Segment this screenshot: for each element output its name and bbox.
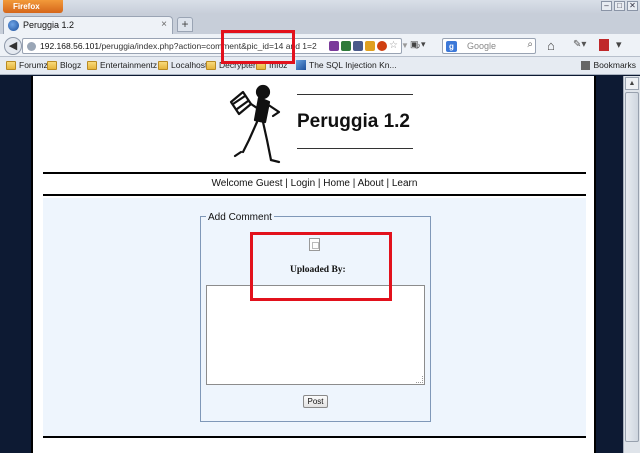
maximize-icon[interactable]: □ — [614, 1, 625, 11]
addon-icon[interactable] — [377, 41, 387, 51]
title-rule — [297, 94, 413, 95]
bookmark-page-icon — [296, 60, 306, 70]
bookmark-label: Localhost — [171, 60, 208, 70]
addon-dropdown[interactable]: ▣ ▾ — [410, 39, 432, 53]
nav-separator: | — [349, 178, 358, 189]
welcome-text: Welcome Guest — [211, 178, 283, 189]
tools-icon[interactable]: ✎▾ — [573, 39, 586, 50]
login-link[interactable]: Login — [291, 178, 315, 189]
bookmark-entertainmentz[interactable]: Entertainmentz — [87, 60, 157, 70]
nav-separator: | — [282, 178, 291, 189]
navigation-toolbar: ◀ 192.168.56.101/peruggia/index.php?acti… — [0, 34, 640, 57]
title-rule — [297, 148, 413, 149]
bookmark-label: Entertainmentz — [100, 60, 158, 70]
nav-separator: | — [383, 178, 392, 189]
url-highlight-box — [221, 30, 295, 64]
url-bar[interactable]: 192.168.56.101/peruggia/index.php?action… — [22, 38, 421, 54]
bookmark-sql-injection[interactable]: The SQL Injection Kn... — [296, 60, 397, 70]
bookmarks-menu-label: Bookmarks — [593, 60, 636, 70]
home-icon[interactable]: ⌂ — [547, 38, 555, 53]
folder-icon — [158, 60, 168, 70]
site-identity-icon[interactable] — [27, 42, 36, 51]
page-margin-right — [596, 76, 623, 453]
scroll-thumb[interactable] — [625, 92, 639, 442]
bookmarks-toolbar: Forumz Blogz Entertainmentz Localhost De… — [0, 57, 640, 75]
search-input[interactable]: Google — [467, 41, 496, 51]
window-controls: – □ ✕ — [601, 1, 638, 11]
about-link[interactable]: About — [358, 178, 384, 189]
close-tab-icon[interactable]: × — [161, 19, 167, 30]
site-title: Peruggia 1.2 — [297, 111, 410, 132]
bookmarks-icon — [581, 60, 591, 70]
window-titlebar: Firefox – □ ✕ — [0, 0, 640, 14]
globe-icon — [8, 20, 19, 31]
google-icon[interactable]: g — [446, 41, 457, 52]
site-navigation: Welcome Guest | Login | Home | About | L… — [43, 172, 586, 196]
home-link[interactable]: Home — [323, 178, 350, 189]
close-window-icon[interactable]: ✕ — [627, 1, 638, 11]
addon-icons: ☆ ▼ ↻ — [329, 41, 423, 51]
resize-grip-icon[interactable] — [416, 376, 423, 383]
folder-icon — [47, 60, 57, 70]
tab-peruggia[interactable]: Peruggia 1.2 × — [3, 16, 173, 34]
bookmark-label: Blogz — [60, 60, 82, 70]
site-header: Peruggia 1.2 — [43, 76, 586, 172]
search-icon[interactable]: ⌕ — [527, 39, 533, 50]
content-highlight-box — [250, 232, 392, 301]
addon-icon[interactable] — [329, 41, 339, 51]
bookmark-star-icon[interactable]: ☆ — [389, 41, 399, 51]
firefox-menu-button[interactable]: Firefox — [3, 0, 63, 13]
folder-icon — [87, 60, 97, 70]
menu-icon[interactable]: ▾ — [616, 38, 622, 51]
bookmark-label: Forumz — [19, 60, 48, 70]
tab-bar: Peruggia 1.2 × + — [0, 14, 640, 34]
post-button[interactable]: Post — [303, 395, 328, 408]
addon-red-icon[interactable] — [599, 39, 609, 51]
url-host: 192.168.56.101 — [40, 41, 100, 51]
bookmark-label: The SQL Injection Kn... — [309, 60, 397, 70]
back-button[interactable]: ◀ — [4, 37, 22, 55]
addon-icon[interactable] — [365, 41, 375, 51]
bookmark-blogz[interactable]: Blogz — [47, 60, 81, 70]
minimize-icon[interactable]: – — [601, 1, 612, 11]
folder-icon — [6, 60, 16, 70]
new-tab-button[interactable]: + — [177, 17, 193, 32]
bookmarks-menu-button[interactable]: Bookmarks — [581, 60, 636, 70]
form-legend: Add Comment — [206, 212, 274, 223]
bookmark-forumz[interactable]: Forumz — [6, 60, 48, 70]
peruggia-mascot-logo — [229, 84, 281, 164]
search-box[interactable]: g Google ⌕ — [442, 38, 536, 54]
addon-icon[interactable] — [353, 41, 363, 51]
learn-link[interactable]: Learn — [392, 178, 418, 189]
folder-icon — [206, 60, 216, 70]
vertical-scrollbar[interactable]: ▲ — [623, 76, 640, 453]
addon-icon[interactable] — [341, 41, 351, 51]
page-margin-left — [0, 76, 31, 453]
tab-title: Peruggia 1.2 — [23, 20, 75, 30]
bookmark-localhost[interactable]: Localhost — [158, 60, 207, 70]
scroll-up-icon[interactable]: ▲ — [625, 77, 639, 90]
